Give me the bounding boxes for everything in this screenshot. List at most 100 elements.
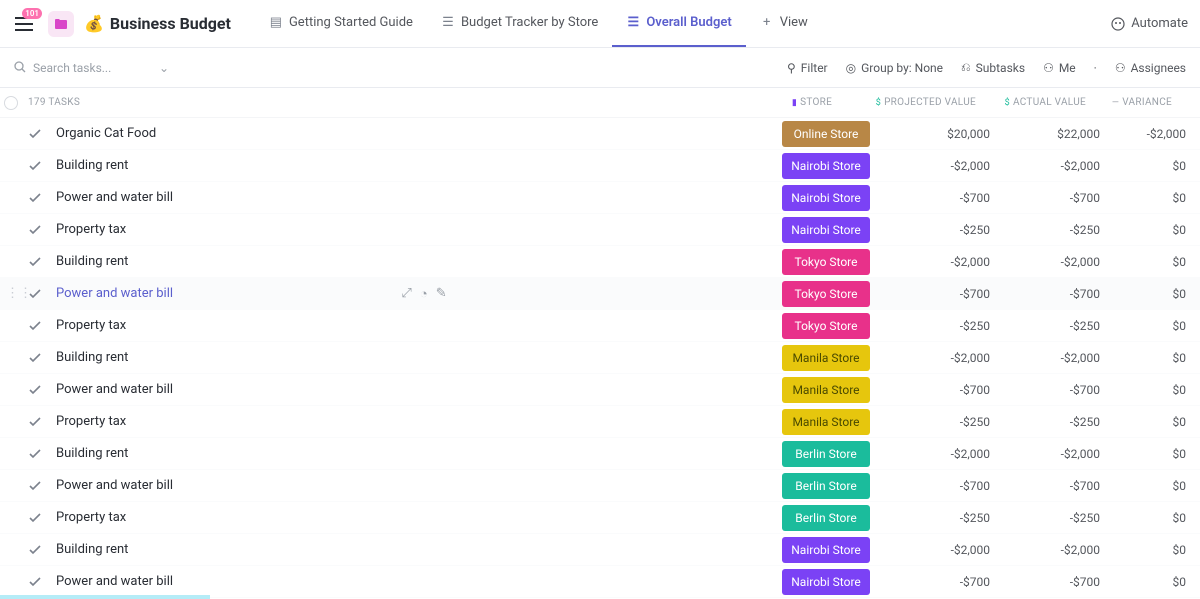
task-row[interactable]: Property taxTokyo Store-$250-$250$0 <box>0 310 1200 342</box>
check-icon[interactable] <box>28 479 42 493</box>
task-name[interactable]: Property tax <box>56 510 419 525</box>
task-row[interactable]: Power and water billNairobi Store-$700-$… <box>0 566 1200 598</box>
assignees-button[interactable]: ⚇Assignees <box>1115 61 1186 75</box>
store-pill[interactable]: Tokyo Store <box>782 249 870 275</box>
task-row[interactable]: Power and water billNairobi Store-$700-$… <box>0 182 1200 214</box>
check-icon[interactable] <box>28 511 42 525</box>
me-button[interactable]: ⚇Me <box>1043 61 1076 75</box>
task-name[interactable]: Property tax <box>56 318 419 333</box>
tag-icon[interactable]: ◔ <box>420 286 428 302</box>
actual-value[interactable]: -$700 <box>990 479 1100 493</box>
variance-value[interactable]: $0 <box>1100 159 1200 173</box>
col-actual-header[interactable]: $ACTUAL VALUE <box>976 97 1086 108</box>
automate-button[interactable]: Automate <box>1111 16 1188 31</box>
variance-value[interactable]: $0 <box>1100 511 1200 525</box>
check-icon[interactable] <box>28 223 42 237</box>
store-pill[interactable]: Nairobi Store <box>782 569 870 595</box>
task-row[interactable]: Property taxNairobi Store-$250-$250$0 <box>0 214 1200 246</box>
task-name[interactable]: Power and water bill <box>56 190 419 205</box>
task-name[interactable]: Power and water bill <box>56 574 419 589</box>
actual-value[interactable]: -$2,000 <box>990 543 1100 557</box>
groupby-button[interactable]: ◎Group by: None <box>846 61 943 75</box>
variance-value[interactable]: $0 <box>1100 383 1200 397</box>
store-pill[interactable]: Tokyo Store <box>782 313 870 339</box>
variance-value[interactable]: $0 <box>1100 287 1200 301</box>
task-row[interactable]: Building rentNairobi Store-$2,000-$2,000… <box>0 534 1200 566</box>
projected-value[interactable]: -$700 <box>870 479 990 493</box>
task-row[interactable]: Building rentTokyo Store-$2,000-$2,000$0 <box>0 246 1200 278</box>
variance-value[interactable]: $0 <box>1100 575 1200 589</box>
projected-value[interactable]: -$2,000 <box>870 351 990 365</box>
check-icon[interactable] <box>28 351 42 365</box>
variance-value[interactable]: $0 <box>1100 415 1200 429</box>
check-icon[interactable] <box>28 159 42 173</box>
check-icon[interactable] <box>28 191 42 205</box>
task-name[interactable]: Building rent <box>56 254 419 269</box>
store-pill[interactable]: Berlin Store <box>782 473 870 499</box>
task-name[interactable]: Power and water bill <box>56 382 419 397</box>
actual-value[interactable]: -$250 <box>990 511 1100 525</box>
store-pill[interactable]: Nairobi Store <box>782 185 870 211</box>
actual-value[interactable]: -$700 <box>990 191 1100 205</box>
actual-value[interactable]: -$2,000 <box>990 159 1100 173</box>
variance-value[interactable]: $0 <box>1100 351 1200 365</box>
store-pill[interactable]: Nairobi Store <box>782 217 870 243</box>
tab-budget-tracker[interactable]: ☰ Budget Tracker by Store <box>427 0 612 47</box>
projected-value[interactable]: -$2,000 <box>870 543 990 557</box>
projected-value[interactable]: -$700 <box>870 191 990 205</box>
drag-handle-icon[interactable]: ⋮⋮ <box>6 286 32 301</box>
projected-value[interactable]: -$250 <box>870 511 990 525</box>
task-row[interactable]: ⋮⋮Power and water bill⤢◔✎Tokyo Store-$70… <box>0 278 1200 310</box>
projected-value[interactable]: -$700 <box>870 383 990 397</box>
check-icon[interactable] <box>28 255 42 269</box>
actual-value[interactable]: -$2,000 <box>990 255 1100 269</box>
tab-getting-started[interactable]: ▤ Getting Started Guide <box>255 0 427 47</box>
folder-chip[interactable] <box>48 11 74 37</box>
task-row[interactable]: Building rentBerlin Store-$2,000-$2,000$… <box>0 438 1200 470</box>
actual-value[interactable]: $22,000 <box>990 127 1100 141</box>
variance-value[interactable]: -$2,000 <box>1100 127 1200 141</box>
projected-value[interactable]: $20,000 <box>870 127 990 141</box>
check-icon[interactable] <box>28 543 42 557</box>
task-row[interactable]: Building rentManila Store-$2,000-$2,000$… <box>0 342 1200 374</box>
check-icon[interactable] <box>28 415 42 429</box>
task-row[interactable]: Organic Cat FoodOnline Store$20,000$22,0… <box>0 118 1200 150</box>
task-name[interactable]: Property tax <box>56 222 419 237</box>
col-store-header[interactable]: ▮STORE <box>768 97 856 108</box>
store-pill[interactable]: Tokyo Store <box>782 281 870 307</box>
variance-value[interactable]: $0 <box>1100 319 1200 333</box>
task-name[interactable]: Building rent <box>56 542 419 557</box>
select-all-circle[interactable] <box>4 96 18 110</box>
actual-value[interactable]: -$2,000 <box>990 351 1100 365</box>
task-name[interactable]: Building rent <box>56 158 419 173</box>
task-name[interactable]: Power and water bill <box>56 478 419 493</box>
store-pill[interactable]: Manila Store <box>782 345 870 371</box>
projected-value[interactable]: -$250 <box>870 223 990 237</box>
check-icon[interactable] <box>28 575 42 589</box>
chevron-down-icon[interactable]: ⌄ <box>159 61 169 75</box>
projected-value[interactable]: -$2,000 <box>870 255 990 269</box>
expand-icon[interactable]: ⤢ <box>401 286 411 302</box>
col-variance-header[interactable]: —VARIANCE <box>1086 97 1186 108</box>
projected-value[interactable]: -$2,000 <box>870 447 990 461</box>
variance-value[interactable]: $0 <box>1100 191 1200 205</box>
menu-button[interactable]: 101 <box>12 12 36 36</box>
actual-value[interactable]: -$700 <box>990 575 1100 589</box>
store-pill[interactable]: Berlin Store <box>782 441 870 467</box>
actual-value[interactable]: -$2,000 <box>990 447 1100 461</box>
task-name[interactable]: Building rent <box>56 350 419 365</box>
col-projected-header[interactable]: $PROJECTED VALUE <box>856 97 976 108</box>
search-input[interactable] <box>33 61 153 75</box>
add-view-button[interactable]: + View <box>746 0 822 47</box>
subtasks-button[interactable]: ⎌Subtasks <box>961 60 1025 75</box>
variance-value[interactable]: $0 <box>1100 479 1200 493</box>
task-row[interactable]: Power and water billManila Store-$700-$7… <box>0 374 1200 406</box>
task-row[interactable]: Building rentNairobi Store-$2,000-$2,000… <box>0 150 1200 182</box>
actual-value[interactable]: -$250 <box>990 223 1100 237</box>
check-icon[interactable] <box>28 319 42 333</box>
tab-overall-budget[interactable]: ☰ Overall Budget <box>612 0 745 47</box>
actual-value[interactable]: -$700 <box>990 287 1100 301</box>
task-row[interactable]: Property taxManila Store-$250-$250$0 <box>0 406 1200 438</box>
projected-value[interactable]: -$700 <box>870 287 990 301</box>
task-name[interactable]: Property tax <box>56 414 419 429</box>
